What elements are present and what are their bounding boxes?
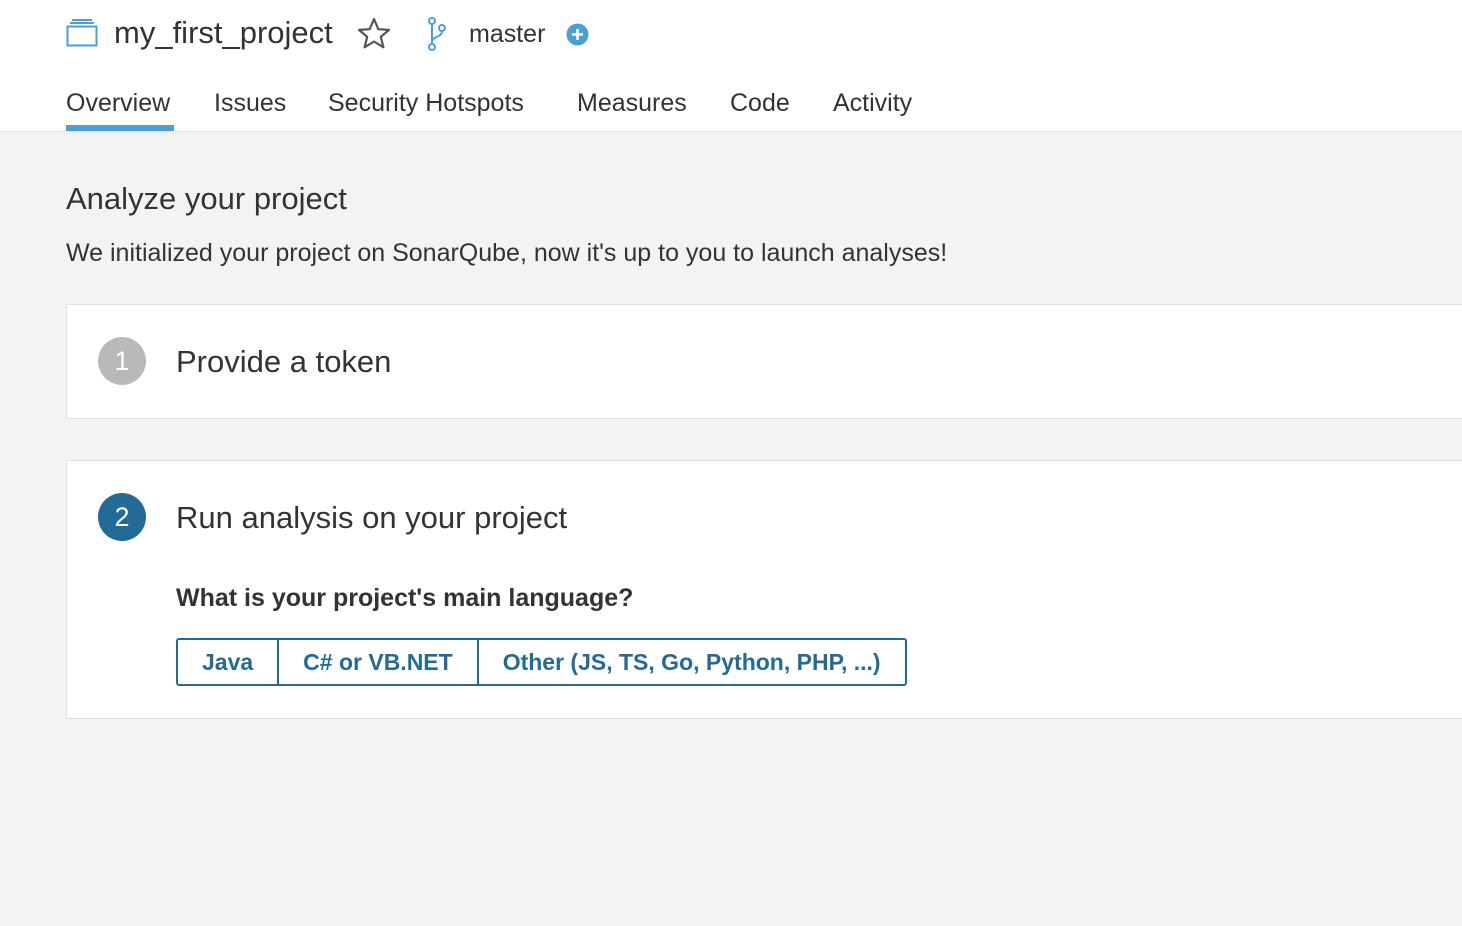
project-name[interactable]: my_first_project	[114, 14, 333, 52]
tab-security-hotspots[interactable]: Security Hotspots	[328, 86, 524, 120]
branch-name[interactable]: master	[469, 18, 545, 50]
other-language-button[interactable]: Other (JS, TS, Go, Python, PHP, ...)	[476, 640, 905, 684]
tab-activity[interactable]: Activity	[833, 86, 912, 120]
branch-icon	[428, 17, 446, 51]
project-header: my_first_project master Overview Issues …	[0, 0, 1462, 132]
tab-overview[interactable]: Overview	[66, 86, 170, 120]
language-question: What is your project's main language?	[176, 584, 634, 612]
plus-circle-icon[interactable]	[566, 23, 589, 46]
step-title: Provide a token	[176, 344, 392, 379]
step-title: Run analysis on your project	[176, 500, 568, 535]
star-icon[interactable]	[356, 16, 392, 52]
language-button-group: Java C# or VB.NET Other (JS, TS, Go, Pyt…	[176, 638, 907, 686]
step-number-badge: 2	[98, 493, 146, 541]
step-card-token[interactable]: 1 Provide a token	[66, 304, 1462, 419]
tab-issues[interactable]: Issues	[214, 86, 286, 120]
dotnet-button[interactable]: C# or VB.NET	[277, 640, 477, 684]
project-icon	[66, 19, 98, 47]
tab-code[interactable]: Code	[730, 86, 790, 120]
tab-measures[interactable]: Measures	[577, 86, 687, 120]
step-card-run-analysis: 2 Run analysis on your project What is y…	[66, 460, 1462, 719]
active-tab-indicator	[66, 125, 174, 131]
page-subtitle: We initialized your project on SonarQube…	[66, 239, 948, 267]
page-title: Analyze your project	[66, 181, 347, 216]
step-number-badge: 1	[98, 337, 146, 385]
java-button[interactable]: Java	[178, 640, 277, 684]
